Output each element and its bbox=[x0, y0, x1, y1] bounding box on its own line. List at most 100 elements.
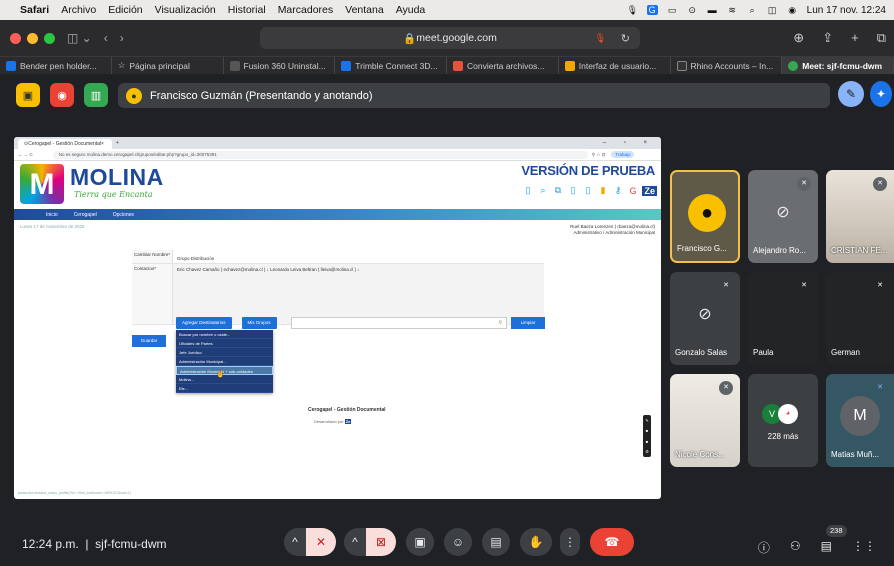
spotlight-icon[interactable]: ⌕ bbox=[747, 5, 758, 15]
tab-interfaz[interactable]: Interfaz de usuario... bbox=[559, 57, 671, 74]
tab-rhino[interactable]: Rhino Accounts – In... bbox=[671, 57, 783, 74]
wifi-icon[interactable]: ≋ bbox=[727, 5, 738, 15]
contacts-list[interactable]: Eric Chavez Camaño ( echavez@molina.cl )… bbox=[172, 264, 544, 324]
gemini-icon[interactable]: ✦ bbox=[870, 81, 892, 107]
participant-tile[interactable]: ✕ Paula bbox=[748, 272, 818, 365]
dropdown-item[interactable]: Ele... bbox=[176, 384, 273, 393]
control-center-icon[interactable]: ◫ bbox=[767, 5, 778, 15]
menu-edicion[interactable]: Edición bbox=[108, 4, 142, 16]
camera-off-icon[interactable]: ⊠ bbox=[366, 528, 396, 556]
screen-icon[interactable]: ▭ bbox=[667, 5, 678, 15]
share-icon[interactable]: ⇪ bbox=[822, 30, 833, 46]
nav-opciones[interactable]: Opciones bbox=[113, 212, 134, 218]
recording-icon[interactable]: 🎙 bbox=[595, 33, 606, 44]
menu-historial[interactable]: Historial bbox=[228, 4, 266, 16]
siri-icon[interactable]: ◉ bbox=[787, 5, 798, 15]
dropdown-item[interactable]: Jefe Jurídico bbox=[176, 348, 273, 357]
file-icon[interactable]: ▯ bbox=[582, 185, 593, 196]
record-icon[interactable]: ◉ bbox=[50, 83, 74, 107]
dropdown-item[interactable]: Administración Municipal... bbox=[176, 357, 273, 366]
folder-icon[interactable]: ▯ bbox=[567, 185, 578, 196]
document-icon[interactable]: ▯ bbox=[522, 185, 533, 196]
sidebar-icon[interactable]: ◫ ⌄ bbox=[67, 31, 92, 45]
menu-marcadores[interactable]: Marcadores bbox=[278, 4, 333, 16]
participant-tile[interactable]: ✕ Nicole Cons... bbox=[670, 374, 740, 467]
menu-ayuda[interactable]: Ayuda bbox=[396, 4, 426, 16]
more-options-icon[interactable]: ⋮ bbox=[560, 528, 580, 556]
tab-fusion[interactable]: Fusion 360 Uninstal... bbox=[224, 57, 336, 74]
tab-meet[interactable]: Meet: sjf-fcmu-dwm bbox=[782, 57, 894, 74]
mic-options-chevron-icon[interactable]: ^ bbox=[284, 528, 306, 556]
ze-logo[interactable]: Ze bbox=[642, 185, 657, 196]
menubar-clock[interactable]: Lun 17 nov. 12:24 bbox=[807, 5, 886, 16]
dropdown-item[interactable]: Oficiales de Partes bbox=[176, 339, 273, 348]
download-icon[interactable]: ⊕ bbox=[793, 30, 804, 46]
group-name-input[interactable]: Grupo Distribución bbox=[172, 250, 544, 263]
participant-tile[interactable]: ✕ CRISTIAN FE... bbox=[826, 170, 894, 263]
participant-tile[interactable]: ✕ ⊘ Alejandro Ro... bbox=[748, 170, 818, 263]
reload-icon[interactable]: ↻ bbox=[621, 32, 630, 45]
mic-status-icon[interactable]: 🎙 bbox=[627, 5, 638, 15]
square-icon[interactable]: ■ bbox=[646, 428, 648, 433]
nav-arrows-icon[interactable]: ← → C bbox=[18, 152, 33, 157]
tab-convierta[interactable]: Convierta archivos... bbox=[447, 57, 559, 74]
play-icon[interactable]: ⊙ bbox=[687, 5, 698, 15]
minimize-window-icon[interactable] bbox=[27, 32, 38, 44]
tab-overview-icon[interactable]: ⧉ bbox=[877, 30, 886, 46]
more-participants-tile[interactable]: V ◕ 228 más bbox=[748, 374, 818, 467]
leave-call-icon[interactable]: ☎ bbox=[590, 528, 634, 556]
stop-share-icon[interactable]: ▣ bbox=[16, 83, 40, 107]
mic-off-icon[interactable]: ✕ bbox=[306, 528, 336, 556]
google-icon[interactable]: G bbox=[627, 186, 638, 196]
chrome-tab[interactable]: ⊙ Cerogapel - Gestión Documental × bbox=[18, 139, 112, 149]
back-icon[interactable]: ‹ bbox=[104, 31, 108, 45]
chrome-url[interactable]: No es seguro molina.demo.cerogapel.cl/gr… bbox=[52, 150, 588, 159]
tab-trimble[interactable]: Trimble Connect 3D... bbox=[335, 57, 447, 74]
menu-visualizacion[interactable]: Visualización bbox=[155, 4, 216, 16]
participant-tile[interactable]: ✕ M Matias Muñ... bbox=[826, 374, 894, 467]
emoji-icon[interactable]: ☺ bbox=[444, 528, 472, 556]
documents-icon[interactable]: ⧉ bbox=[552, 185, 563, 196]
add-recipients-button[interactable]: Agregar Destinatarios bbox=[176, 317, 232, 329]
search-document-icon[interactable]: ⌕ bbox=[537, 185, 548, 196]
nav-cerogapel[interactable]: Cerogapel bbox=[74, 212, 97, 218]
chrome-actions-icon[interactable]: ⚲ ☆ ⊡ bbox=[592, 152, 606, 158]
layout-icon[interactable]: ▥ bbox=[84, 83, 108, 107]
nav-inicio[interactable]: Inicio bbox=[46, 212, 58, 218]
chat-icon[interactable]: ▤ bbox=[821, 539, 832, 556]
info-icon[interactable]: ⓘ bbox=[758, 539, 770, 556]
gear-icon[interactable]: ⚙ bbox=[645, 449, 649, 454]
forward-icon[interactable]: › bbox=[120, 31, 124, 45]
menu-app[interactable]: Safari bbox=[20, 4, 49, 16]
dropdown-item[interactable]: Buscar por nombre o oside... bbox=[176, 330, 273, 339]
tab-bender[interactable]: Bender pen holder... bbox=[0, 57, 112, 74]
battery-icon[interactable]: ▬ bbox=[707, 5, 718, 15]
close-tab-icon[interactable]: × bbox=[101, 141, 104, 147]
profile-chip[interactable]: Trabajo bbox=[611, 151, 635, 158]
pen-icon[interactable]: ✎ bbox=[645, 418, 648, 423]
captions-icon[interactable]: ▤ bbox=[482, 528, 510, 556]
folder-open-icon[interactable]: ▮ bbox=[597, 185, 608, 196]
participant-tile[interactable]: ● Francisco G... bbox=[670, 170, 740, 263]
save-button[interactable]: Guardar bbox=[132, 335, 166, 347]
recipient-search-input[interactable]: ⚲ bbox=[291, 317, 507, 329]
key-icon[interactable]: ⚷ bbox=[612, 185, 623, 196]
close-window-icon[interactable] bbox=[10, 32, 21, 44]
clear-button[interactable]: Limpiar bbox=[511, 317, 545, 329]
camera-options-chevron-icon[interactable]: ^ bbox=[344, 528, 366, 556]
square-icon[interactable]: ■ bbox=[646, 439, 648, 444]
activities-icon[interactable]: ⋮⋮ bbox=[852, 539, 876, 556]
app-status-icon[interactable]: G bbox=[646, 5, 658, 15]
address-bar[interactable]: 🔒 meet.google.com 🎙 ↻ bbox=[260, 27, 640, 49]
participant-tile[interactable]: ✕ German bbox=[826, 272, 894, 365]
tab-pagina-principal[interactable]: ☆ Página principal bbox=[112, 57, 224, 74]
present-screen-icon[interactable]: ▣ bbox=[406, 528, 434, 556]
my-groups-button[interactable]: Mis Grupos bbox=[241, 317, 277, 329]
people-icon[interactable]: ⚇ bbox=[790, 539, 801, 556]
zoom-window-icon[interactable] bbox=[44, 32, 55, 44]
new-tab-icon[interactable]: + bbox=[851, 30, 859, 46]
new-tab-icon[interactable]: + bbox=[116, 140, 119, 146]
menu-archivo[interactable]: Archivo bbox=[61, 4, 96, 16]
raise-hand-icon[interactable]: ✋ bbox=[520, 528, 552, 556]
annotate-pen-icon[interactable]: ✎ bbox=[838, 81, 864, 107]
